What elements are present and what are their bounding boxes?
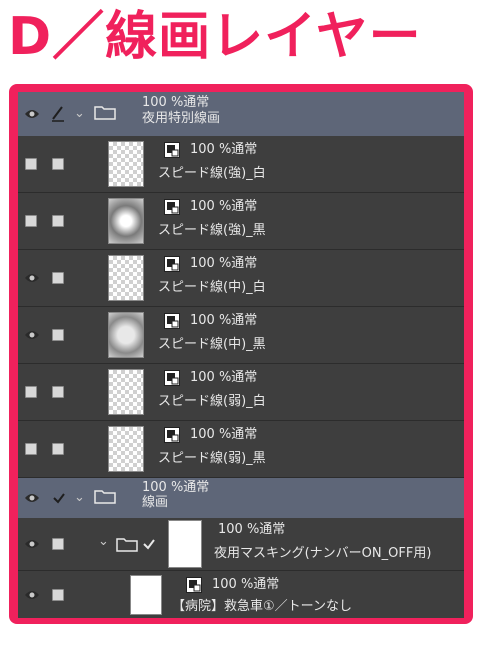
layer-opacity: 100 %通常 — [190, 427, 258, 442]
page-title: D／線画レイヤー — [8, 7, 422, 67]
layer-group-row[interactable]: ⌄ 100 %通常 夜用特別線画 — [18, 92, 464, 136]
layer-panel-frame: ⌄ 100 %通常 夜用特別線画 100 %通常 スピード線(強)_白 100 … — [9, 84, 473, 624]
folder-icon — [116, 536, 138, 556]
layer-thumbnail — [108, 255, 144, 301]
layer-name: スピード線(強)_黒 — [158, 223, 266, 238]
layer-type-icon — [164, 427, 180, 443]
folder-icon — [94, 104, 116, 124]
lock-checkbox[interactable] — [52, 538, 64, 550]
mask-thumbnail — [168, 520, 202, 568]
layer-thumbnail — [108, 426, 144, 472]
layer-row[interactable]: 100 %通常 スピード線(強)_黒 — [18, 193, 464, 250]
layer-panel: ⌄ 100 %通常 夜用特別線画 100 %通常 スピード線(強)_白 100 … — [18, 92, 464, 618]
layer-thumbnail — [108, 312, 144, 358]
layer-type-icon — [164, 142, 180, 158]
layer-name: スピード線(弱)_白 — [158, 394, 266, 409]
eye-icon[interactable] — [24, 492, 40, 504]
chevron-down-icon[interactable]: ⌄ — [74, 490, 85, 505]
layer-group-row[interactable]: ⌄ 100 %通常 夜用マスキング(ナンバーON_OFF用) — [18, 518, 464, 571]
layer-opacity: 100 %通常 — [212, 577, 280, 592]
pen-icon[interactable] — [50, 104, 66, 126]
group-name: 夜用特別線画 — [142, 111, 221, 126]
layer-row[interactable]: 100 %通常 スピード線(弱)_白 — [18, 364, 464, 421]
layer-type-icon — [164, 370, 180, 386]
visibility-checkbox[interactable] — [25, 386, 37, 398]
layer-row[interactable]: 100 %通常 スピード線(弱)_黒 — [18, 421, 464, 478]
layer-row[interactable]: 100 %通常 スピード線(中)_黒 — [18, 307, 464, 364]
group-name: 線画 — [142, 495, 169, 510]
layer-name: スピード線(弱)_黒 — [158, 451, 266, 466]
chevron-down-icon[interactable]: ⌄ — [74, 106, 85, 121]
eye-icon[interactable] — [24, 589, 40, 601]
layer-name: スピード線(中)_白 — [158, 280, 266, 295]
layer-type-icon — [164, 256, 180, 272]
layer-thumbnail — [130, 575, 162, 615]
layer-opacity: 100 %通常 — [190, 256, 258, 271]
layer-group-row[interactable]: ⌄ 100 %通常 線画 — [18, 478, 464, 518]
layer-type-icon — [164, 199, 180, 215]
layer-thumbnail — [108, 141, 144, 187]
eye-icon[interactable] — [24, 329, 40, 341]
layer-row[interactable]: 100 %通常 【病院】救急車①／トーンなし — [18, 571, 464, 618]
lock-checkbox[interactable] — [52, 272, 64, 284]
layer-opacity: 100 %通常 — [190, 142, 258, 157]
group-name: 夜用マスキング(ナンバーON_OFF用) — [214, 546, 432, 561]
layer-type-icon — [164, 313, 180, 329]
eye-icon[interactable] — [24, 538, 40, 550]
lock-checkbox[interactable] — [52, 215, 64, 227]
visibility-checkbox[interactable] — [25, 158, 37, 170]
checkmark-icon[interactable] — [142, 536, 156, 555]
group-opacity: 100 %通常 — [142, 95, 210, 110]
folder-icon — [94, 488, 116, 508]
chevron-down-icon[interactable]: ⌄ — [98, 534, 109, 549]
layer-row[interactable]: 100 %通常 スピード線(強)_白 — [18, 136, 464, 193]
lock-checkbox[interactable] — [52, 329, 64, 341]
group-opacity: 100 %通常 — [218, 522, 286, 537]
visibility-checkbox[interactable] — [25, 215, 37, 227]
layer-name: 【病院】救急車①／トーンなし — [172, 599, 353, 614]
lock-checkbox[interactable] — [52, 589, 64, 601]
eye-icon[interactable] — [24, 108, 40, 120]
layer-thumbnail — [108, 369, 144, 415]
layer-opacity: 100 %通常 — [190, 370, 258, 385]
layer-thumbnail — [108, 198, 144, 244]
checkmark-icon[interactable] — [52, 490, 66, 509]
lock-checkbox[interactable] — [52, 158, 64, 170]
layer-type-icon — [186, 577, 202, 593]
group-opacity: 100 %通常 — [142, 480, 210, 495]
eye-icon[interactable] — [24, 272, 40, 284]
layer-opacity: 100 %通常 — [190, 313, 258, 328]
visibility-checkbox[interactable] — [25, 443, 37, 455]
layer-name: スピード線(中)_黒 — [158, 337, 266, 352]
layer-row[interactable]: 100 %通常 スピード線(中)_白 — [18, 250, 464, 307]
layer-name: スピード線(強)_白 — [158, 166, 266, 181]
lock-checkbox[interactable] — [52, 443, 64, 455]
lock-checkbox[interactable] — [52, 386, 64, 398]
layer-opacity: 100 %通常 — [190, 199, 258, 214]
